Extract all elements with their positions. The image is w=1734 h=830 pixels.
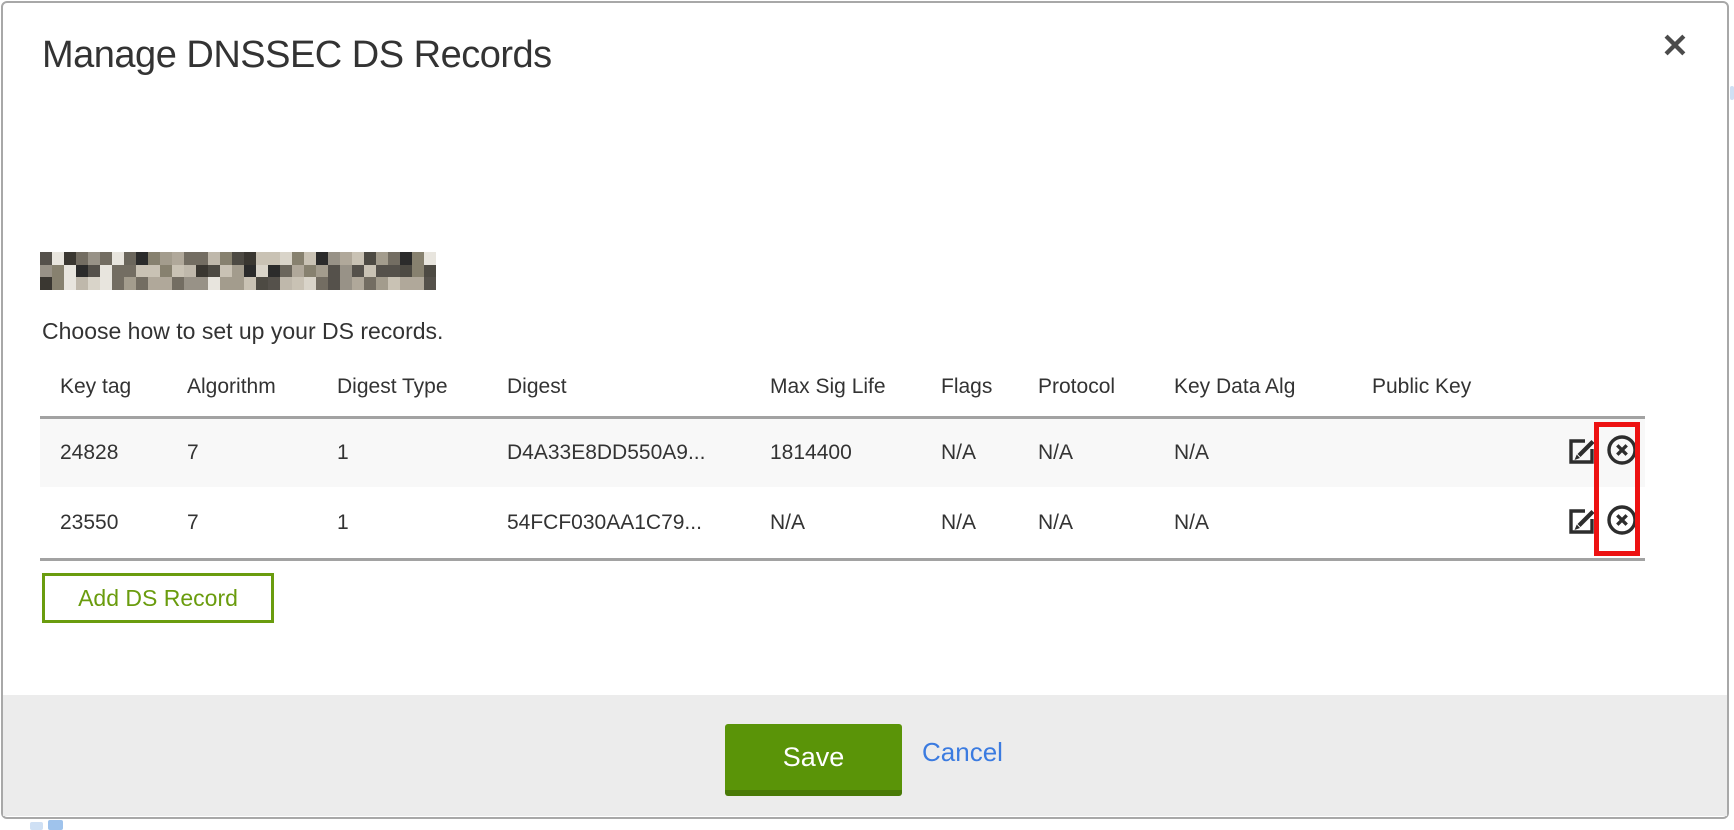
delete-record-button[interactable] (1605, 506, 1639, 540)
cell-key-tag: 24828 (60, 441, 187, 465)
cell-protocol: N/A (1038, 441, 1174, 465)
cell-protocol: N/A (1038, 511, 1174, 535)
delete-record-button[interactable] (1605, 436, 1639, 470)
ds-table: 24828 7 1 D4A33E8DD550A9... 1814400 N/A … (40, 416, 1645, 561)
circle-x-icon (1605, 433, 1639, 473)
close-button[interactable]: ✕ (1652, 22, 1698, 68)
edit-pencil-icon (1566, 504, 1598, 542)
column-header-key-tag: Key tag (60, 375, 187, 399)
table-row: 24828 7 1 D4A33E8DD550A9... 1814400 N/A … (40, 419, 1645, 487)
table-row: 23550 7 1 54FCF030AA1C79... N/A N/A N/A … (40, 487, 1645, 558)
background-page-fragment (1730, 86, 1734, 100)
cell-flags: N/A (941, 511, 1038, 535)
cell-key-tag: 23550 (60, 511, 187, 535)
background-page-fragment (30, 822, 43, 830)
column-header-flags: Flags (941, 375, 1038, 399)
edit-record-button[interactable] (1565, 506, 1599, 540)
cancel-link[interactable]: Cancel (922, 737, 1003, 768)
cell-algorithm: 7 (187, 441, 337, 465)
column-header-protocol: Protocol (1038, 375, 1174, 399)
close-icon: ✕ (1661, 29, 1689, 62)
cell-max-sig-life: 1814400 (770, 441, 941, 465)
page-title: Manage DNSSEC DS Records (42, 34, 552, 77)
cell-algorithm: 7 (187, 511, 337, 535)
cell-max-sig-life: N/A (770, 511, 941, 535)
intro-text: Choose how to set up your DS records. (42, 318, 443, 345)
cell-digest: 54FCF030AA1C79... (507, 511, 770, 535)
column-header-key-data-alg: Key Data Alg (1174, 375, 1372, 399)
circle-x-icon (1605, 503, 1639, 543)
cell-digest-type: 1 (337, 441, 507, 465)
cell-flags: N/A (941, 441, 1038, 465)
ds-table-header: Key tag Algorithm Digest Type Digest Max… (40, 372, 1645, 402)
save-label: Save (783, 742, 845, 773)
cell-digest-type: 1 (337, 511, 507, 535)
column-header-digest: Digest (507, 375, 770, 399)
redacted-domain-name (40, 252, 436, 290)
edit-pencil-icon (1566, 434, 1598, 472)
background-page-fragment (48, 820, 63, 830)
save-button[interactable]: Save (725, 724, 902, 796)
column-header-max-sig-life: Max Sig Life (770, 375, 941, 399)
edit-record-button[interactable] (1565, 436, 1599, 470)
column-header-algorithm: Algorithm (187, 375, 337, 399)
cell-digest: D4A33E8DD550A9... (507, 441, 770, 465)
add-ds-record-button[interactable]: Add DS Record (42, 573, 274, 623)
add-ds-record-label: Add DS Record (78, 585, 238, 612)
column-header-public-key: Public Key (1372, 375, 1545, 399)
cell-key-data-alg: N/A (1174, 441, 1372, 465)
cell-key-data-alg: N/A (1174, 511, 1372, 535)
column-header-digest-type: Digest Type (337, 375, 507, 399)
